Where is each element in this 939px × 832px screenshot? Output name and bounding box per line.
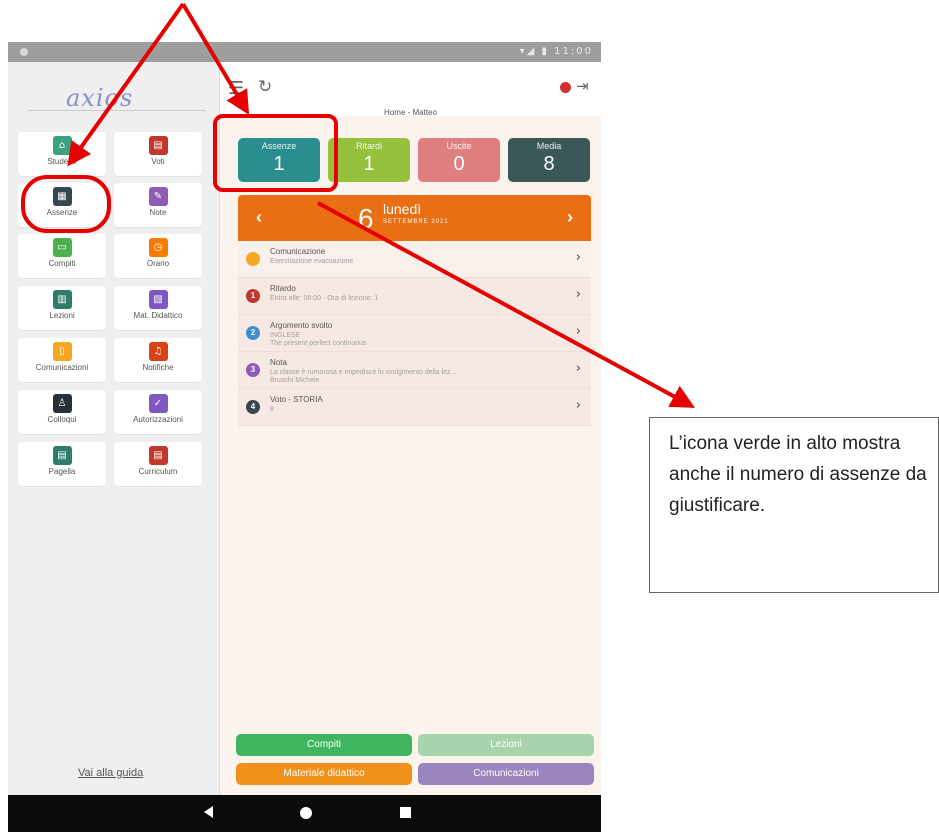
- arrow-to-menu: [67, 2, 185, 167]
- annotation-note: L’icona verde in alto mostra anche il nu…: [649, 417, 939, 593]
- annotation-text: L’icona verde in alto mostra anche il nu…: [669, 433, 927, 516]
- arrow-to-stat: [181, 2, 250, 115]
- arrow-to-note: [317, 201, 696, 408]
- annotation-arrows: [67, 2, 696, 408]
